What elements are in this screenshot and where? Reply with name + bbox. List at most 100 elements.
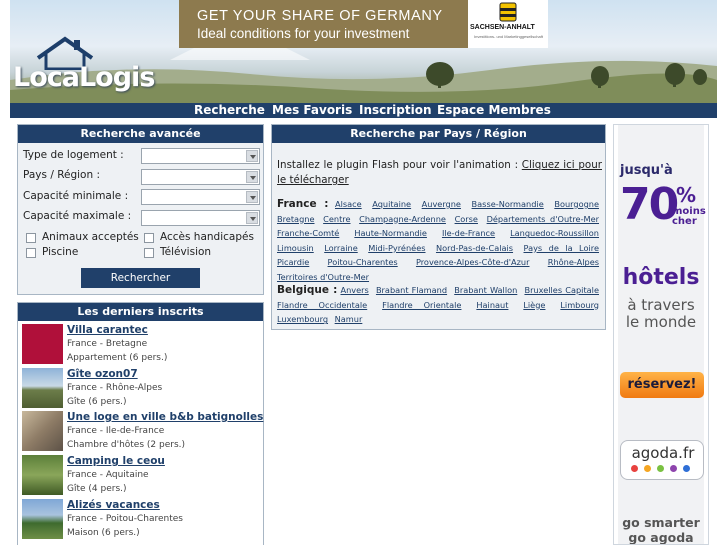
listing-thumbnail[interactable] xyxy=(22,368,63,408)
listing-location: France - Aquitaine xyxy=(67,470,149,480)
region-link[interactable]: Bruxelles Capitale xyxy=(524,285,599,295)
chevron-down-icon[interactable] xyxy=(246,212,258,224)
listing-title-link[interactable]: Alizés vacances xyxy=(67,499,160,511)
region-link[interactable]: Nord-Pas-de-Calais xyxy=(436,243,513,253)
region-link[interactable]: Départements d'Outre-Mer xyxy=(487,214,599,224)
sponsor-tagline: Investitions- und Marketinggesellschaft xyxy=(474,34,543,39)
listing-title-link[interactable]: Camping le ceou xyxy=(67,455,165,467)
region-link[interactable]: Aquitaine xyxy=(372,199,411,209)
region-link[interactable]: Bourgogne xyxy=(554,199,599,209)
max-capacity-select[interactable] xyxy=(141,210,260,226)
listing-thumbnail[interactable] xyxy=(22,455,63,495)
sponsor-logo: SACHSEN-ANHALT Investitions- und Marketi… xyxy=(468,0,548,48)
region-link[interactable]: Poitou-Charentes xyxy=(328,257,398,267)
listing-type: Appartement (6 pers.) xyxy=(67,353,168,363)
agoda-advert[interactable]: jusqu'à 70 % moins cher hôtels à travers… xyxy=(613,124,709,545)
region-link[interactable]: Midi-Pyrénées xyxy=(368,243,425,253)
chevron-down-icon[interactable] xyxy=(246,171,258,183)
pets-checkbox[interactable] xyxy=(26,233,36,243)
region-link[interactable]: Bretagne xyxy=(277,214,315,224)
region-link[interactable]: Anvers xyxy=(340,285,368,295)
chevron-down-icon[interactable] xyxy=(246,191,258,203)
listing-title-link[interactable]: Gîte ozon07 xyxy=(67,368,138,380)
agoda-logo: agoda.fr xyxy=(620,440,704,480)
france-regions: France : Alsace Aquitaine Auvergne Basse… xyxy=(277,197,603,285)
region-link[interactable]: Lorraine xyxy=(324,243,358,253)
region-link[interactable]: Brabant Flamand xyxy=(376,285,447,295)
ad-discount-value: 70 xyxy=(620,179,679,230)
ad-slogan-line1: go smarter xyxy=(622,515,700,530)
pool-checkbox[interactable] xyxy=(26,248,36,258)
site-logo[interactable]: LocaLogis xyxy=(13,62,155,93)
banner-headline: GET YOUR SHARE OF GERMANY xyxy=(197,8,443,24)
site-header: LocaLogis GET YOUR SHARE OF GERMANY Idea… xyxy=(10,0,717,103)
region-search-title: Recherche par Pays / Région xyxy=(272,125,605,143)
region-link[interactable]: Limousin xyxy=(277,243,314,253)
region-link[interactable]: Rhône-Alpes xyxy=(548,257,599,267)
min-capacity-select[interactable] xyxy=(141,189,260,205)
region-link[interactable]: Centre xyxy=(323,214,350,224)
list-item: Villa carantec France - Bretagne Apparte… xyxy=(22,324,262,366)
agoda-dot-icon xyxy=(644,465,651,472)
list-item: Camping le ceou France - Aquitaine Gîte … xyxy=(22,455,262,497)
agoda-advert-body: jusqu'à 70 % moins cher hôtels à travers… xyxy=(618,125,706,545)
accessibility-checkbox[interactable] xyxy=(144,233,154,243)
advanced-search-title: Recherche avancée xyxy=(18,125,263,143)
region-link[interactable]: Franche-Comté xyxy=(277,228,339,238)
advanced-search-panel: Recherche avancée Type de logement : Pay… xyxy=(17,124,264,295)
region-link[interactable]: Limbourg xyxy=(560,300,599,310)
region-link[interactable]: Territoires d'Outre-Mer xyxy=(277,272,369,282)
listing-type: Gîte (6 pers.) xyxy=(67,397,127,407)
nav-recherche[interactable]: Recherche xyxy=(194,103,265,118)
region-link[interactable]: Pays de la Loire xyxy=(524,243,600,253)
ad-book-button[interactable]: réservez! xyxy=(620,372,704,398)
region-link[interactable]: Provence-Alpes-Côte-d'Azur xyxy=(416,257,530,267)
region-link[interactable]: Picardie xyxy=(277,257,309,267)
main-nav: Recherche Mes Favoris Inscription Espace… xyxy=(10,103,717,118)
ad-slogan-line2: go agoda xyxy=(628,530,694,545)
nav-mes-favoris[interactable]: Mes Favoris xyxy=(272,103,352,118)
region-select[interactable] xyxy=(141,169,260,185)
tv-checkbox[interactable] xyxy=(144,248,154,258)
region-link[interactable]: Hainaut xyxy=(476,300,508,310)
housing-type-select[interactable] xyxy=(141,148,260,164)
pets-label: Animaux acceptés xyxy=(42,231,139,243)
region-link[interactable]: Haute-Normandie xyxy=(354,228,427,238)
listing-title-link[interactable]: Une loge en ville b&b batignolles xyxy=(67,411,263,423)
region-link[interactable]: Corse xyxy=(455,214,478,224)
search-button[interactable]: Rechercher xyxy=(81,268,200,288)
agoda-dot-icon xyxy=(631,465,638,472)
tv-label: Télévision xyxy=(160,246,212,258)
chevron-down-icon[interactable] xyxy=(246,150,258,162)
flash-notice: Installez le plugin Flash pour voir l'an… xyxy=(277,158,602,188)
region-link[interactable]: Luxembourg xyxy=(277,314,328,324)
region-link[interactable]: Champagne-Ardenne xyxy=(359,214,446,224)
listing-type: Gîte (4 pers.) xyxy=(67,484,127,494)
nav-espace-membres[interactable]: Espace Membres xyxy=(437,103,551,118)
ad-moins-cher: moins cher xyxy=(672,207,706,227)
advert-banner[interactable]: GET YOUR SHARE OF GERMANY Ideal conditio… xyxy=(179,0,548,48)
listing-title-link[interactable]: Villa carantec xyxy=(67,324,148,336)
region-link[interactable]: Ile-de-France xyxy=(442,228,495,238)
region-link[interactable]: Languedoc-Roussillon xyxy=(510,228,599,238)
region-link[interactable]: Namur xyxy=(335,314,363,324)
nav-inscription[interactable]: Inscription xyxy=(359,103,432,118)
agoda-dot-icon xyxy=(657,465,664,472)
listing-thumbnail[interactable] xyxy=(22,499,63,539)
listing-thumbnail[interactable] xyxy=(22,324,63,364)
region-link[interactable]: Flandre Orientale xyxy=(382,300,461,310)
sponsor-name: SACHSEN-ANHALT xyxy=(470,24,535,31)
region-link[interactable]: Brabant Wallon xyxy=(454,285,517,295)
region-label: Pays / Région : xyxy=(23,169,101,181)
listing-thumbnail[interactable] xyxy=(22,411,63,451)
listing-location: France - Bretagne xyxy=(67,339,148,349)
region-link[interactable]: Liège xyxy=(523,300,545,310)
list-item: Une loge en ville b&b batignolles France… xyxy=(22,411,263,453)
agoda-dot-icon xyxy=(670,465,677,472)
region-link[interactable]: Auvergne xyxy=(422,199,461,209)
region-link[interactable]: Flandre Occidentale xyxy=(277,300,367,310)
region-link[interactable]: Alsace xyxy=(335,199,362,209)
flash-notice-text: Installez le plugin Flash pour voir l'an… xyxy=(277,159,522,171)
region-link[interactable]: Basse-Normandie xyxy=(472,199,544,209)
ad-percent-sign: % xyxy=(676,183,697,207)
